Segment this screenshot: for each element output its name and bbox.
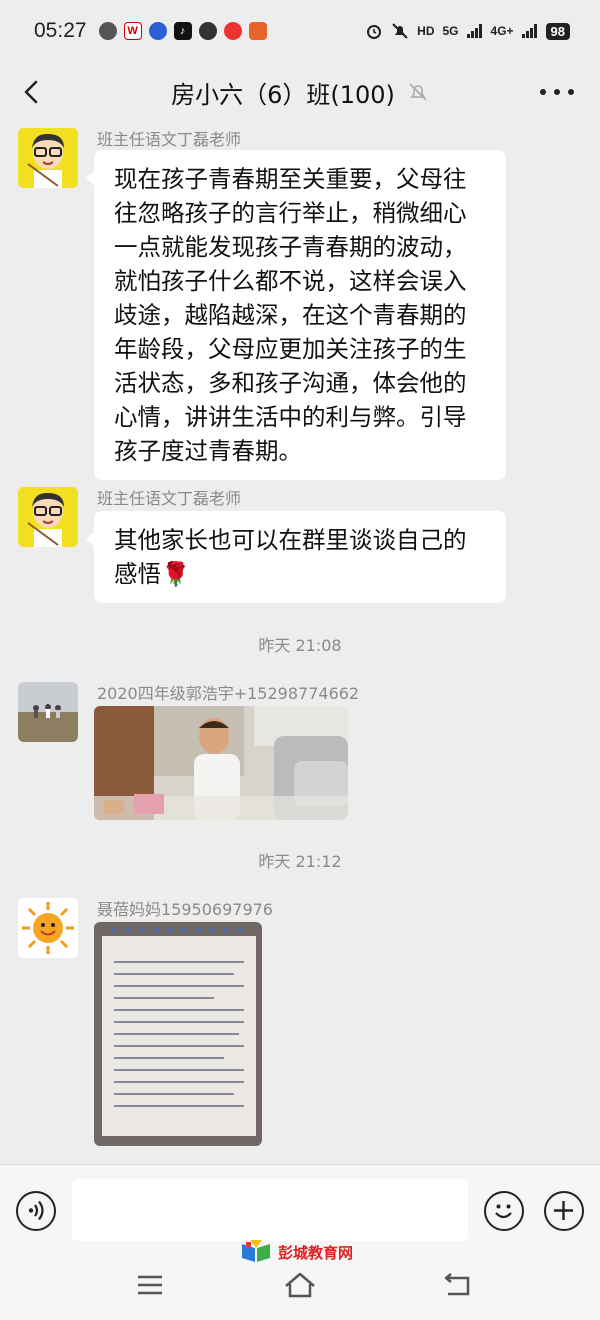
back-icon[interactable] [438, 1270, 474, 1300]
book-logo-icon [242, 1240, 270, 1262]
message-input[interactable] [72, 1179, 468, 1241]
teacher-avatar[interactable] [18, 128, 78, 188]
time-divider: 昨天 21:12 [258, 852, 342, 871]
watermark-text: 彭城教育网 [278, 1243, 354, 1262]
message-icon [198, 22, 217, 40]
sender-name: 班主任语文丁磊老师 [97, 489, 242, 508]
cartoon-teacher-icon [18, 128, 78, 188]
status-indicators: HD 5G 4G+ 98 [365, 22, 570, 40]
input-bar [0, 1164, 600, 1250]
signal-icon [466, 24, 482, 38]
sender-name: 聂蓓妈妈15950697976 [97, 900, 273, 919]
system-navigation: 彭城教育网 [0, 1240, 600, 1320]
battery-indicator: 98 [545, 22, 570, 40]
back-arrow-icon[interactable] [16, 76, 48, 108]
more-options-icon[interactable] [540, 80, 574, 104]
status-app-icons: W ♪ [98, 22, 267, 40]
voice-input-button[interactable] [16, 1191, 56, 1231]
emoji-button[interactable] [484, 1191, 524, 1231]
photo-man-reading [94, 706, 348, 820]
group-name: 房小六（6）班(100) [171, 80, 395, 109]
shared-photo[interactable] [94, 922, 262, 1146]
chat-title: 房小六（6）班(100) [171, 75, 429, 110]
message-bubble[interactable]: 现在孩子青春期至关重要，父母往往忽略孩子的言行举止，稍微细心一点就能发现孩子青春… [86, 150, 506, 480]
cartoon-teacher-icon [18, 487, 78, 547]
teacher-avatar[interactable] [18, 487, 78, 547]
plus-icon [554, 1201, 573, 1220]
home-icon[interactable] [282, 1270, 318, 1300]
parent-avatar[interactable] [18, 682, 78, 742]
alarm-icon [367, 25, 382, 39]
hd-label: HD [417, 24, 435, 38]
watermark: 彭城教育网 [240, 1240, 353, 1264]
menu-icon[interactable] [132, 1270, 168, 1300]
message-list[interactable]: 班主任语文丁磊老师 现在孩子青春期至关重要，父母往往忽略孩子的言行举止，稍微细心… [0, 122, 600, 1164]
parent-avatar[interactable] [18, 898, 78, 958]
voice-icon [28, 1200, 44, 1221]
photo-handwritten-notes [94, 922, 262, 1146]
mute-icon [409, 83, 427, 101]
sender-name: 班主任语文丁磊老师 [97, 130, 242, 149]
mute-bell-icon [392, 23, 408, 39]
landscape-photo-icon [18, 682, 78, 742]
compass-icon [98, 22, 117, 40]
baidu-icon [148, 22, 167, 40]
signal-icon-2 [521, 24, 537, 38]
more-functions-button[interactable] [544, 1191, 584, 1231]
time-divider: 昨天 21:08 [258, 636, 342, 655]
sender-name: 2020四年级郭浩宇+15298774662 [97, 684, 360, 703]
news-icon [223, 22, 242, 40]
sun-icon [18, 898, 78, 958]
message-bubble[interactable]: 其他家长也可以在群里谈谈自己的感悟🌹 [86, 511, 506, 603]
chat-header: 房小六（6）班(100) [0, 62, 600, 122]
4g-label: 4G+ [490, 24, 514, 38]
wps-icon: W [123, 22, 142, 40]
smiley-icon [495, 1204, 512, 1219]
app-icon [248, 22, 267, 40]
5g-label: 5G [442, 24, 459, 38]
tiktok-icon: ♪ [173, 22, 192, 40]
status-time: 05:27 [34, 19, 87, 42]
shared-photo[interactable] [94, 706, 348, 820]
status-bar: 05:27 W ♪ HD 5G 4G+ 98 [0, 0, 600, 62]
